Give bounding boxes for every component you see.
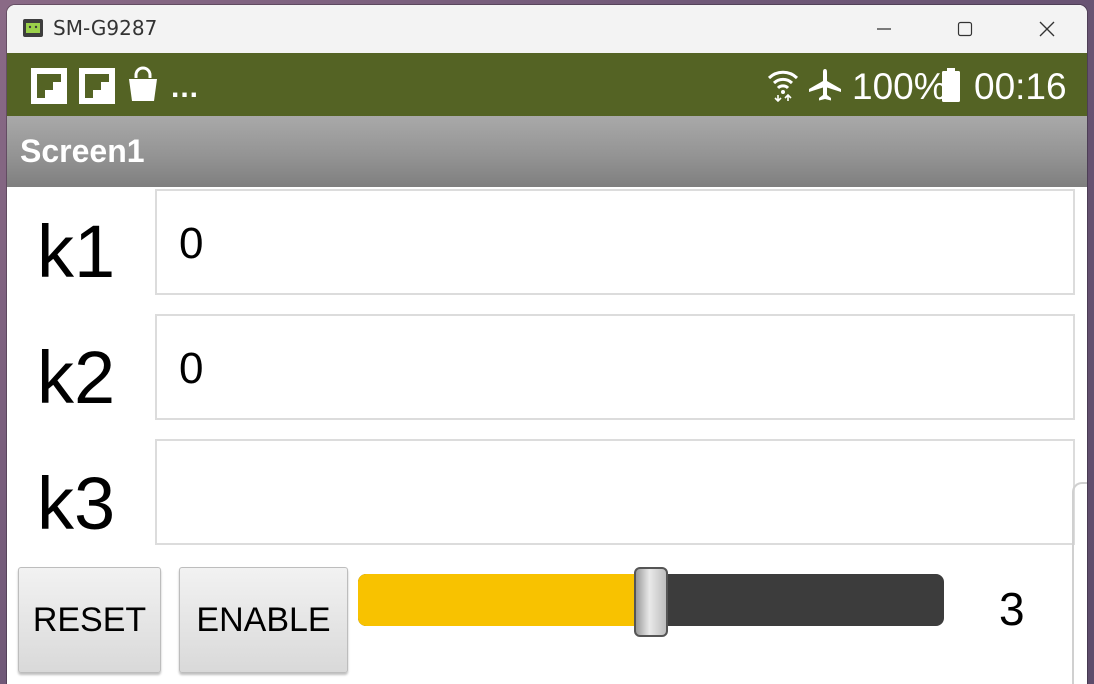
maximize-icon	[957, 21, 973, 37]
flipboard-icon	[31, 68, 67, 104]
android-icon	[23, 19, 43, 37]
window-titlebar[interactable]: SM-G9287	[7, 5, 1087, 53]
k1-label: k1	[37, 210, 116, 293]
battery-percentage: 100%	[852, 66, 947, 107]
screen-content: k1 0 k2 0 k3 RESET ENABLE 3	[7, 187, 1087, 684]
airplane-mode-icon	[809, 69, 841, 101]
k2-textbox[interactable]: 0	[155, 314, 1075, 420]
shopping-bag-icon	[129, 66, 157, 101]
close-button[interactable]	[1007, 5, 1087, 53]
enable-button[interactable]: ENABLE	[179, 567, 348, 673]
k1-value: 0	[179, 219, 204, 268]
more-notifications: ...	[171, 71, 200, 104]
k1-textbox[interactable]: 0	[155, 189, 1075, 295]
minimize-button[interactable]	[844, 5, 924, 53]
k3-textbox[interactable]	[155, 439, 1075, 545]
battery-icon	[942, 68, 960, 102]
screen-title: Screen1	[20, 133, 145, 169]
wifi-icon	[767, 70, 799, 102]
maximize-button[interactable]	[925, 5, 1005, 53]
slider-value: 3	[999, 583, 1025, 635]
k3-label: k3	[37, 462, 116, 545]
k2-value: 0	[179, 344, 204, 393]
close-icon	[1039, 21, 1055, 37]
slider-fill	[358, 574, 651, 626]
status-bar: ... 100% 00:16	[7, 53, 1087, 116]
window-title: SM-G9287	[53, 16, 158, 40]
flipboard-icon	[79, 68, 115, 104]
app-bar: Screen1	[7, 116, 1087, 187]
reset-button[interactable]: RESET	[18, 567, 161, 673]
k2-label: k2	[37, 336, 116, 419]
scroll-edge	[1072, 482, 1087, 684]
minimize-icon	[877, 28, 891, 30]
app-window: SM-G9287 ... 100% 00:16 Screen1 k1 0 k2 …	[7, 5, 1087, 684]
status-time: 00:16	[974, 66, 1067, 107]
slider-thumb[interactable]	[634, 567, 668, 637]
